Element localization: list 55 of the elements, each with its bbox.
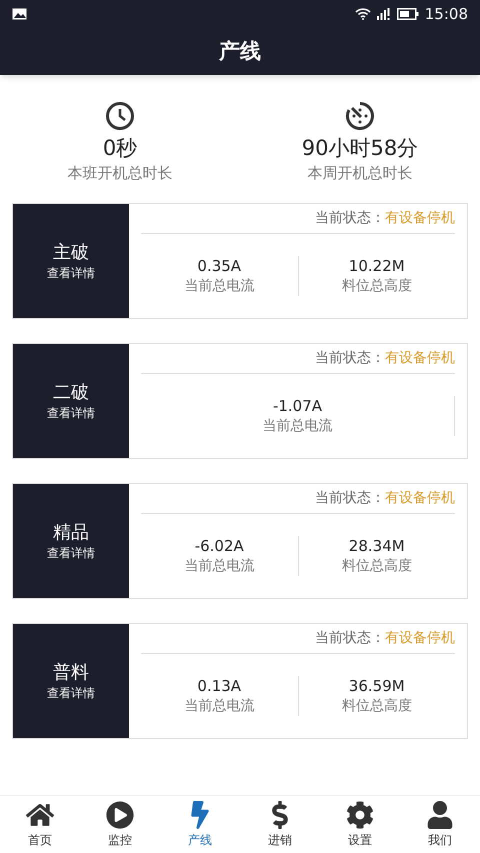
metric-label: 当前总电流 xyxy=(184,557,254,576)
metric-value: 0.35A xyxy=(197,256,242,276)
status-time: 15:08 xyxy=(424,4,468,25)
line-name: 主破 xyxy=(53,241,89,265)
line-name: 精品 xyxy=(53,521,89,545)
tab[interactable]: 进销 xyxy=(240,796,320,853)
line-detail-button[interactable]: 二破 查看详情 xyxy=(13,344,129,458)
status-value: 有设备停机 xyxy=(385,489,455,508)
status-label: 当前状态： xyxy=(315,349,385,368)
detail-link[interactable]: 查看详情 xyxy=(47,265,95,281)
tab[interactable]: 我们 xyxy=(400,796,480,853)
metric-label: 料位总高度 xyxy=(342,557,412,576)
tab[interactable]: 产线 xyxy=(160,796,240,853)
timer-icon xyxy=(345,101,375,131)
battery-icon xyxy=(396,8,419,20)
settings-icon xyxy=(346,800,374,828)
metric-value: 10.22M xyxy=(348,256,405,276)
tab[interactable]: 首页 xyxy=(0,796,80,853)
stat-label: 本班开机总时长 xyxy=(68,163,172,183)
detail-link[interactable]: 查看详情 xyxy=(47,405,95,421)
stat-value: 90小时58分 xyxy=(302,135,418,162)
tab[interactable]: 设置 xyxy=(320,796,400,853)
line-name: 二破 xyxy=(53,381,89,405)
metric-value: 28.34M xyxy=(348,536,405,556)
detail-link[interactable]: 查看详情 xyxy=(47,685,95,701)
line-detail-button[interactable]: 精品 查看详情 xyxy=(13,484,129,598)
status-label: 当前状态： xyxy=(315,629,385,648)
stat-label: 本周开机总时长 xyxy=(308,163,412,183)
metric-label: 当前总电流 xyxy=(184,277,254,296)
status-value: 有设备停机 xyxy=(385,349,455,368)
detail-link[interactable]: 查看详情 xyxy=(47,545,95,561)
line-name: 普料 xyxy=(53,661,89,685)
line-detail-button[interactable]: 主破 查看详情 xyxy=(13,204,129,318)
metric-value: 0.13A xyxy=(197,676,242,696)
wifi-icon xyxy=(354,8,371,20)
status-label: 当前状态： xyxy=(315,489,385,508)
metric-label: 当前总电流 xyxy=(184,697,254,716)
stat-value: 0秒 xyxy=(102,135,138,162)
metric-value: -1.07A xyxy=(272,396,322,416)
line-detail-button[interactable]: 普料 查看详情 xyxy=(13,624,129,738)
page-title: 产线 xyxy=(219,38,261,65)
metric-label: 料位总高度 xyxy=(342,277,412,296)
image-icon xyxy=(12,8,27,20)
metric-value: -6.02A xyxy=(194,536,244,556)
play-icon xyxy=(106,800,134,828)
status-value: 有设备停机 xyxy=(385,629,455,648)
status-value: 有设备停机 xyxy=(385,209,455,228)
signal-icon xyxy=(376,8,391,20)
status-label: 当前状态： xyxy=(315,209,385,228)
person-icon xyxy=(426,800,454,828)
metric-label: 料位总高度 xyxy=(342,697,412,716)
clock-icon xyxy=(105,101,135,131)
metric-label: 当前总电流 xyxy=(262,417,332,436)
metric-value: 36.59M xyxy=(348,676,405,696)
tab[interactable]: 监控 xyxy=(80,796,160,853)
